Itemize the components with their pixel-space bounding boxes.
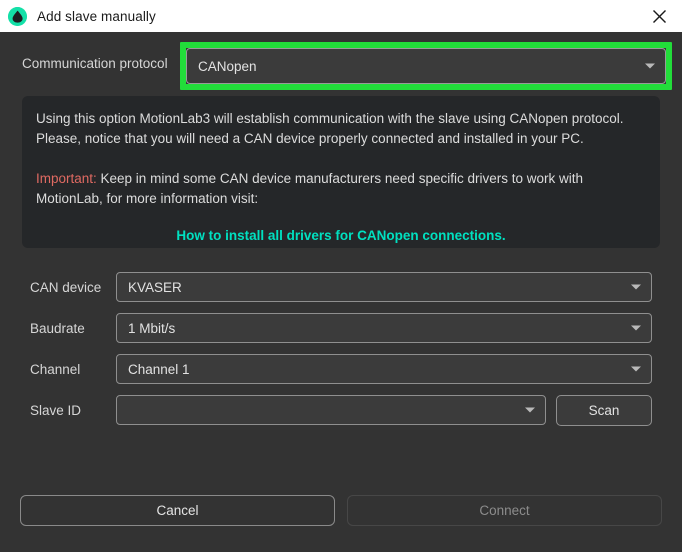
form-row-channel: Channel Channel 1 [0, 354, 682, 388]
can-device-value: KVASER [117, 280, 182, 295]
chevron-down-icon [631, 326, 641, 331]
driver-install-link[interactable]: How to install all drivers for CANopen c… [36, 228, 646, 243]
channel-select[interactable]: Channel 1 [116, 354, 652, 384]
can-device-label: CAN device [30, 280, 101, 295]
connect-button[interactable]: Connect [347, 495, 662, 526]
cancel-button[interactable]: Cancel [20, 495, 335, 526]
form-row-baudrate: Baudrate 1 Mbit/s [0, 313, 682, 347]
connection-form: CAN device KVASER Baudrate 1 Mbit/s Chan… [0, 272, 682, 436]
communication-protocol-select[interactable]: CANopen [186, 48, 666, 84]
form-row-can-device: CAN device KVASER [0, 272, 682, 306]
chevron-down-icon [631, 285, 641, 290]
chevron-down-icon [631, 367, 641, 372]
info-panel: Using this option MotionLab3 will establ… [22, 96, 660, 248]
baudrate-select[interactable]: 1 Mbit/s [116, 313, 652, 343]
slave-id-select[interactable] [116, 395, 546, 425]
important-label: Important: [36, 171, 97, 186]
info-paragraph-2-text: Keep in mind some CAN device manufacture… [36, 171, 583, 206]
close-icon[interactable] [637, 0, 682, 32]
channel-value: Channel 1 [117, 362, 190, 377]
communication-protocol-row: Communication protocol CANopen [0, 42, 682, 90]
dialog-body: Communication protocol CANopen Using thi… [0, 32, 682, 552]
info-paragraph-1: Using this option MotionLab3 will establ… [36, 109, 646, 149]
form-row-slave-id: Slave ID Scan [0, 395, 682, 429]
communication-protocol-label: Communication protocol [22, 56, 168, 71]
slave-id-label: Slave ID [30, 403, 81, 418]
window-title: Add slave manually [37, 9, 156, 24]
baudrate-label: Baudrate [30, 321, 85, 336]
channel-label: Channel [30, 362, 80, 377]
info-paragraph-2: Important: Keep in mind some CAN device … [36, 169, 646, 209]
dialog-footer: Cancel Connect [0, 495, 682, 552]
communication-protocol-value: CANopen [187, 59, 257, 74]
baudrate-value: 1 Mbit/s [117, 321, 175, 336]
window-titlebar: Add slave manually [0, 0, 682, 32]
chevron-down-icon [645, 64, 655, 69]
can-device-select[interactable]: KVASER [116, 272, 652, 302]
chevron-down-icon [525, 408, 535, 413]
app-logo-icon [8, 7, 27, 26]
scan-button[interactable]: Scan [556, 395, 652, 426]
